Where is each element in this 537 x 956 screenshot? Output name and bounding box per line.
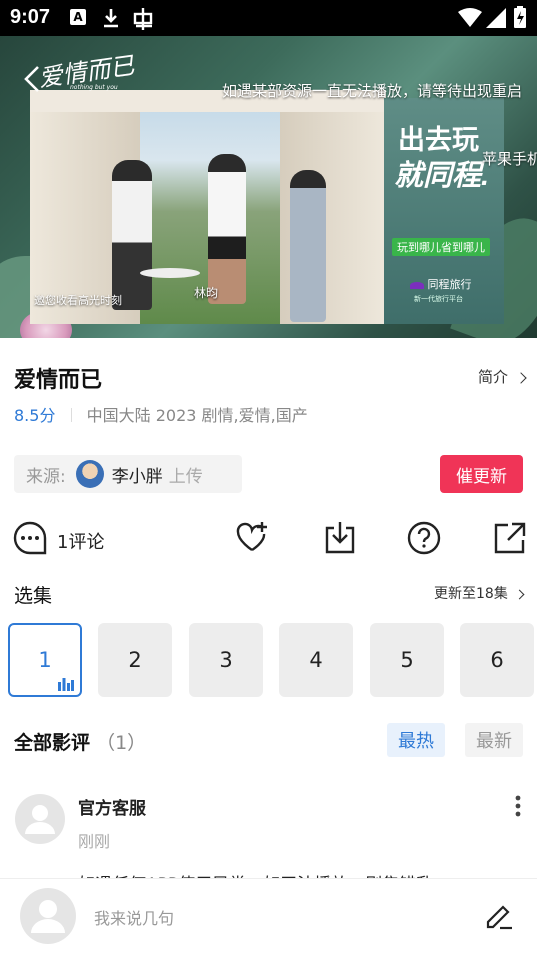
video-caption: 邀您收看高光时刻 (34, 294, 122, 307)
watermark-sub: nothing but you (70, 84, 118, 91)
episode-item[interactable]: 6 (460, 623, 534, 697)
episode-item[interactable]: 1 (8, 623, 82, 697)
battery-icon (514, 6, 526, 28)
comment-input[interactable]: 我来说几句 (94, 905, 174, 929)
table-shape (140, 268, 200, 278)
wifi-icon (458, 8, 482, 27)
update-info: 更新至18集 (434, 586, 508, 602)
avatar[interactable] (15, 794, 65, 844)
favorite-add-icon[interactable] (234, 520, 270, 556)
episode-item[interactable]: 5 (370, 623, 444, 697)
episodes-update-link[interactable]: 更新至18集 (434, 583, 525, 603)
video-subtitle: 林昀 (194, 286, 219, 300)
reviews-count: （1） (96, 732, 147, 754)
episode-item[interactable]: 3 (189, 623, 263, 697)
episode-item[interactable]: 4 (279, 623, 353, 697)
share-icon[interactable] (492, 520, 528, 556)
meta-divider (70, 408, 72, 422)
keyboard-a-icon: A (70, 9, 86, 25)
side-text: 苹果手机 (482, 150, 537, 168)
bug-icon (133, 8, 153, 30)
ad-brand: 同程旅行 (410, 276, 472, 292)
ad-line2: 就同程. (394, 160, 490, 192)
show-title: 爱情而已 (14, 368, 103, 393)
playback-notice: 如遇某部资源一直无法播放，请等待出现重启 (222, 82, 523, 100)
reviews-title: 全部影评 (14, 732, 91, 754)
download-icon (104, 9, 118, 28)
ad-banner[interactable]: 出去玩 就同程. 玩到哪儿省到哪儿 同程旅行 新一代旅行平台 (384, 98, 504, 324)
person-figure (112, 160, 152, 310)
uploader-name[interactable]: 李小胖 (112, 462, 163, 487)
brand-logo-icon (410, 281, 424, 289)
ad-brand-sub: 新一代旅行平台 (414, 295, 463, 303)
source-label: 来源: (26, 466, 66, 487)
upload-suffix: 上传 (168, 466, 203, 487)
ad-brand-name: 同程旅行 (427, 278, 472, 291)
episode-item[interactable]: 2 (98, 623, 172, 697)
uploader-avatar[interactable] (75, 460, 104, 488)
episodes-title: 选集 (14, 585, 53, 607)
video-frame: 林昀 (30, 90, 386, 324)
sort-hot-button[interactable]: 最热 (387, 723, 445, 757)
intro-button[interactable]: 简介 (478, 366, 527, 387)
status-time: 9:07 (10, 6, 51, 28)
more-icon[interactable] (513, 794, 523, 818)
avatar[interactable] (20, 888, 76, 944)
edit-icon[interactable] (484, 901, 514, 931)
status-bar: 9:07 A (0, 0, 537, 36)
ad-slogan: 玩到哪儿省到哪儿 (392, 238, 490, 256)
review-time: 刚刚 (78, 832, 111, 851)
reviews-header: 全部影评 （1） (14, 728, 146, 755)
help-icon[interactable] (406, 520, 442, 556)
review-author: 官方客服 (78, 799, 146, 819)
review-item: 官方客服 刚刚 如遇任何APP使用异常，如无法播放，剧集错乱 (0, 780, 537, 880)
source-box: 来源: 李小胖 上传 (14, 455, 242, 493)
person-figure (290, 170, 326, 322)
comment-icon[interactable] (12, 520, 48, 556)
urge-update-button[interactable]: 催更新 (440, 455, 523, 493)
sort-new-button[interactable]: 最新 (465, 723, 523, 757)
rating: 8.5分 (14, 406, 56, 425)
signal-icon (486, 8, 506, 28)
download-icon[interactable] (322, 520, 358, 556)
video-player[interactable]: 林昀 出去玩 就同程. 玩到哪儿省到哪儿 同程旅行 新一代旅行平台 爱情而已 n… (0, 36, 537, 338)
playing-bars-icon (58, 678, 74, 691)
show-meta: 8.5分 中国大陆 2023 剧情,爱情,国产 (14, 402, 308, 426)
person-figure (208, 154, 246, 304)
chevron-right-icon (514, 589, 525, 600)
chevron-right-icon (515, 372, 527, 384)
intro-label: 简介 (478, 368, 509, 386)
meta-info: 中国大陆 2023 剧情,爱情,国产 (86, 406, 308, 425)
comment-bar: 我来说几句 (0, 878, 537, 956)
comment-count[interactable]: 1评论 (57, 528, 104, 554)
